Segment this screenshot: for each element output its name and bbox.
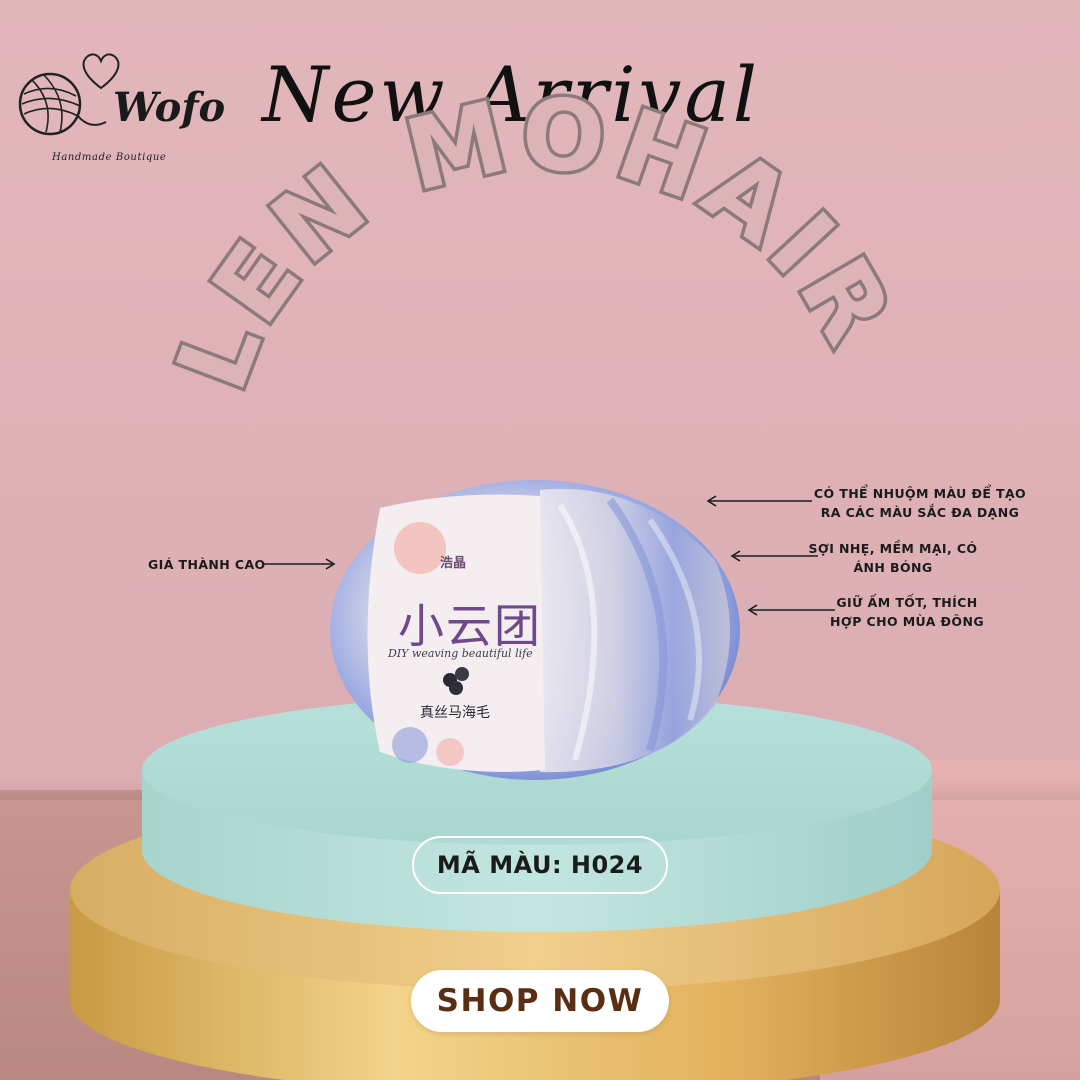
arrow-left-icon <box>706 495 812 507</box>
shop-now-label: SHOP NOW <box>436 983 644 1019</box>
callout-dye-line1: CÓ THỂ NHUỘM MÀU ĐỂ TẠO <box>813 486 1027 501</box>
shop-now-button[interactable]: SHOP NOW <box>411 970 669 1032</box>
callout-soft-line1: SỢI NHẸ, MỀM MẠI, CÓ <box>808 541 978 556</box>
color-code: MÃ MÀU: H024 <box>436 851 644 879</box>
callout-price: GIÁ THÀNH CAO <box>148 557 266 572</box>
callout-soft-line2: ÁNH BÓNG <box>853 560 933 575</box>
ad-canvas: Wofo Handmade Boutique New Arrival LEN M… <box>0 0 1080 1080</box>
callout-dye: CÓ THỂ NHUỘM MÀU ĐỂ TẠO RA CÁC MÀU SẮC Đ… <box>810 484 1030 522</box>
yarn-slogan: DIY weaving beautiful life <box>388 647 533 660</box>
callout-dye-line2: RA CÁC MÀU SẮC ĐA DẠNG <box>820 505 1020 520</box>
callout-warm: GIỮ ẤM TỐT, THÍCH HỢP CHO MÙA ĐÔNG <box>822 593 992 631</box>
callout-warm-line1: GIỮ ẤM TỐT, THÍCH <box>836 595 978 610</box>
callout-warm-line2: HỢP CHO MÙA ĐÔNG <box>830 614 984 629</box>
callout-soft: SỢI NHẸ, MỀM MẠI, CÓ ÁNH BÓNG <box>808 539 978 577</box>
yarn-material: 真丝马海毛 <box>420 705 490 721</box>
arrow-left-icon <box>730 550 818 562</box>
yarn-brand-mark: 浩晶 <box>440 556 467 571</box>
color-code-badge: MÃ MÀU: H024 <box>412 836 668 894</box>
arrow-right-icon <box>262 558 336 570</box>
